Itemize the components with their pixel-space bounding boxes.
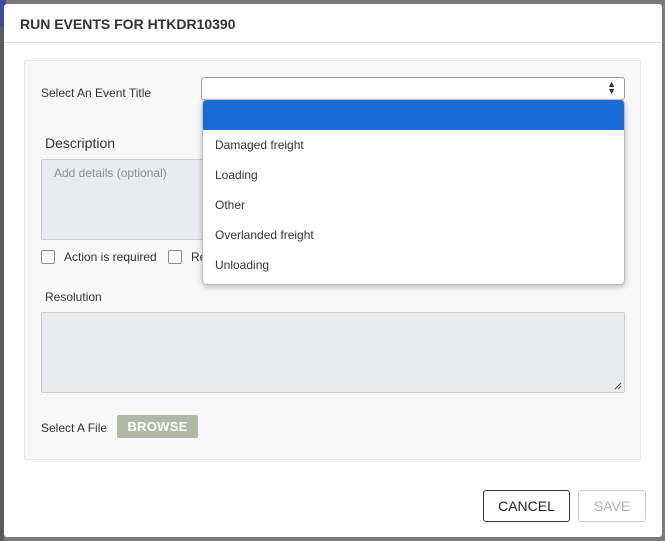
run-events-modal: RUN EVENTS FOR HTKDR10390 Select An Even… (4, 4, 662, 537)
resolution-textarea[interactable] (41, 312, 625, 393)
description-label: Description (45, 135, 116, 151)
event-title-select[interactable]: ▲ ▼ (201, 77, 625, 100)
select-arrows-icon: ▲ ▼ (607, 79, 616, 96)
second-checkbox-row[interactable]: Re (168, 250, 206, 264)
modal-title: RUN EVENTS FOR HTKDR10390 (4, 4, 662, 43)
cancel-button[interactable]: CANCEL (483, 490, 570, 522)
resolution-label: Resolution (45, 290, 102, 304)
browse-button[interactable]: BROWSE (117, 415, 198, 438)
dropdown-option-loading[interactable]: Loading (203, 160, 624, 190)
action-required-checkbox[interactable] (41, 250, 55, 264)
description-placeholder: Add details (optional) (54, 166, 167, 180)
save-button[interactable]: SAVE (578, 490, 646, 522)
dropdown-option-other[interactable]: Other (203, 190, 624, 220)
dropdown-option-damaged-freight[interactable]: Damaged freight (203, 130, 624, 160)
dropdown-option-blank[interactable] (203, 100, 624, 130)
event-title-dropdown[interactable]: Damaged freight Loading Other Overlanded… (202, 99, 625, 285)
action-required-label: Action is required (64, 250, 157, 264)
second-checkbox[interactable] (168, 250, 182, 264)
event-title-label: Select An Event Title (41, 86, 152, 100)
action-required-checkbox-row[interactable]: Action is required (41, 250, 157, 264)
dropdown-option-unloading[interactable]: Unloading (203, 250, 624, 280)
file-label: Select A File (41, 421, 108, 435)
dropdown-option-overlanded-freight[interactable]: Overlanded freight (203, 220, 624, 250)
resize-handle-icon[interactable] (614, 382, 622, 390)
